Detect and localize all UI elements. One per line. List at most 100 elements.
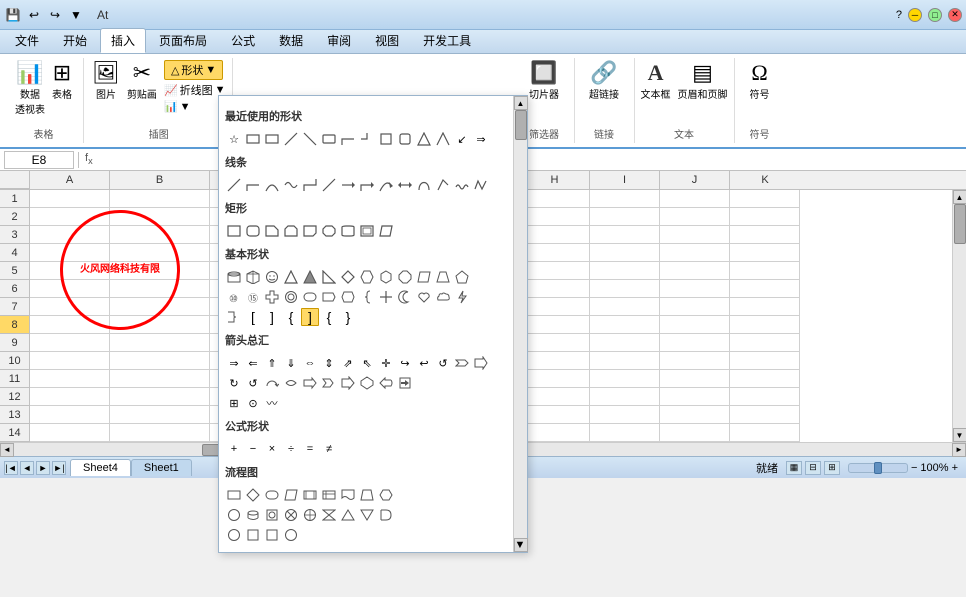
minimize-button[interactable]: ─ [908,8,922,22]
cell-j12[interactable] [660,388,730,406]
arr-right3[interactable] [320,374,338,392]
flow-storage[interactable] [263,506,281,524]
cell-a13[interactable] [30,406,110,424]
formula-neq[interactable]: ≠ [320,440,338,458]
sheet-nav-next[interactable]: ► [36,461,50,475]
basic-brace-r3[interactable]: } [339,308,357,326]
flow-mag-disk[interactable] [244,506,262,524]
view-page-layout[interactable]: ⊟ [805,461,821,475]
flow-cross[interactable] [282,506,300,524]
tab-review[interactable]: 审阅 [316,28,362,53]
basic-hex[interactable] [358,268,376,286]
row-num-11[interactable]: 11 [0,370,29,388]
help-icon[interactable]: ? [896,9,902,21]
table-btn[interactable]: ⊞ 表格 [52,60,72,101]
sheet-nav-first[interactable]: |◄ [4,461,18,475]
cell-h5[interactable] [520,262,590,280]
basic-rect-rnd[interactable] [301,288,319,306]
chart-btn[interactable]: 📈 折线图 ▼ [164,82,226,98]
rect-basic[interactable] [225,222,243,240]
tab-file[interactable]: 文件 [4,28,50,53]
rect-snip2[interactable] [282,222,300,240]
flow-hourglass[interactable] [320,506,338,524]
basic-bracket-r[interactable]: ] [263,308,281,326]
col-header-k[interactable]: K [730,171,800,189]
col-header-j[interactable]: J [660,171,730,189]
cell-j2[interactable] [660,208,730,226]
flow-manual[interactable] [358,486,376,504]
cell-a5[interactable] [30,262,110,280]
cell-h13[interactable] [520,406,590,424]
row-num-2[interactable]: 2 [0,208,29,226]
shape-line2[interactable] [301,130,319,148]
cell-a12[interactable] [30,388,110,406]
shape-elbow2[interactable] [358,130,376,148]
shape-elbow1[interactable] [339,130,357,148]
basic-cross[interactable] [377,288,395,306]
qa-more[interactable]: ▼ [67,6,85,24]
shape-star[interactable]: ☆ [225,130,243,148]
arr-multi2[interactable] [358,374,376,392]
rect-frame[interactable] [358,222,376,240]
flow-predefined[interactable] [301,486,319,504]
basic-trap[interactable] [434,268,452,286]
rect-round1[interactable] [339,222,357,240]
row-num-9[interactable]: 9 [0,334,29,352]
cell-b8[interactable] [110,316,210,334]
cell-a11[interactable] [30,370,110,388]
cell-h8[interactable] [520,316,590,334]
cell-j1[interactable] [660,190,730,208]
arr-blocked[interactable] [339,374,357,392]
basic-cube[interactable] [244,268,262,286]
shape-tri1[interactable] [415,130,433,148]
scroll-up-btn[interactable]: ▲ [514,96,528,110]
arr-plus-l[interactable]: ⊞ [225,394,243,412]
basic-15star[interactable]: ⑮ [244,288,262,306]
shape-arrow1[interactable]: ↙ [453,130,471,148]
qa-undo[interactable]: ↩ [25,6,43,24]
arr-bend-r[interactable]: ↪ [396,354,414,372]
cell-i14[interactable] [590,424,660,442]
formula-mult[interactable]: × [263,440,281,458]
flow-extra4[interactable] [282,526,300,544]
header-footer-btn[interactable]: ▤ 页眉和页脚 [678,60,728,101]
cell-ref-input[interactable] [4,151,74,169]
basic-oct[interactable] [396,268,414,286]
formula-plus[interactable]: + [225,440,243,458]
cell-a8[interactable] [30,316,110,334]
flow-extra3[interactable] [263,526,281,544]
cell-b9[interactable] [110,334,210,352]
zoom-in-btn[interactable]: + [952,462,958,474]
cell-k9[interactable] [730,334,800,352]
arr-stripe[interactable] [472,354,490,372]
flow-internal[interactable] [320,486,338,504]
basic-bracket-l[interactable]: [ [244,308,262,326]
cell-i1[interactable] [590,190,660,208]
sheet-nav-prev[interactable]: ◄ [20,461,34,475]
arr-ul[interactable]: ⇖ [358,354,376,372]
basic-cloud[interactable] [434,288,452,306]
shape-rect2[interactable] [263,130,281,148]
sparkline-btn[interactable]: 📊 ▼ [164,100,191,113]
basic-10star[interactable]: ⑩ [225,288,243,306]
col-header-a[interactable]: A [30,171,110,189]
cell-b3[interactable] [110,226,210,244]
row-num-3[interactable]: 3 [0,226,29,244]
arr-ud[interactable]: ⇕ [320,354,338,372]
arr-bend-l[interactable]: ↩ [415,354,433,372]
cell-h12[interactable] [520,388,590,406]
cell-a2[interactable] [30,208,110,226]
flow-document[interactable] [339,486,357,504]
zoom-thumb[interactable] [874,462,882,474]
qa-redo[interactable]: ↪ [46,6,64,24]
rect-snip4[interactable] [320,222,338,240]
cell-j5[interactable] [660,262,730,280]
row-num-7[interactable]: 7 [0,298,29,316]
arr-multi[interactable] [282,374,300,392]
cell-h14[interactable] [520,424,590,442]
basic-brace-left[interactable] [358,288,376,306]
shape-line1[interactable] [282,130,300,148]
rect-snip1[interactable] [263,222,281,240]
textbox-btn[interactable]: A 文本框 [641,60,671,101]
arr-circ-l[interactable]: ↺ [244,374,262,392]
